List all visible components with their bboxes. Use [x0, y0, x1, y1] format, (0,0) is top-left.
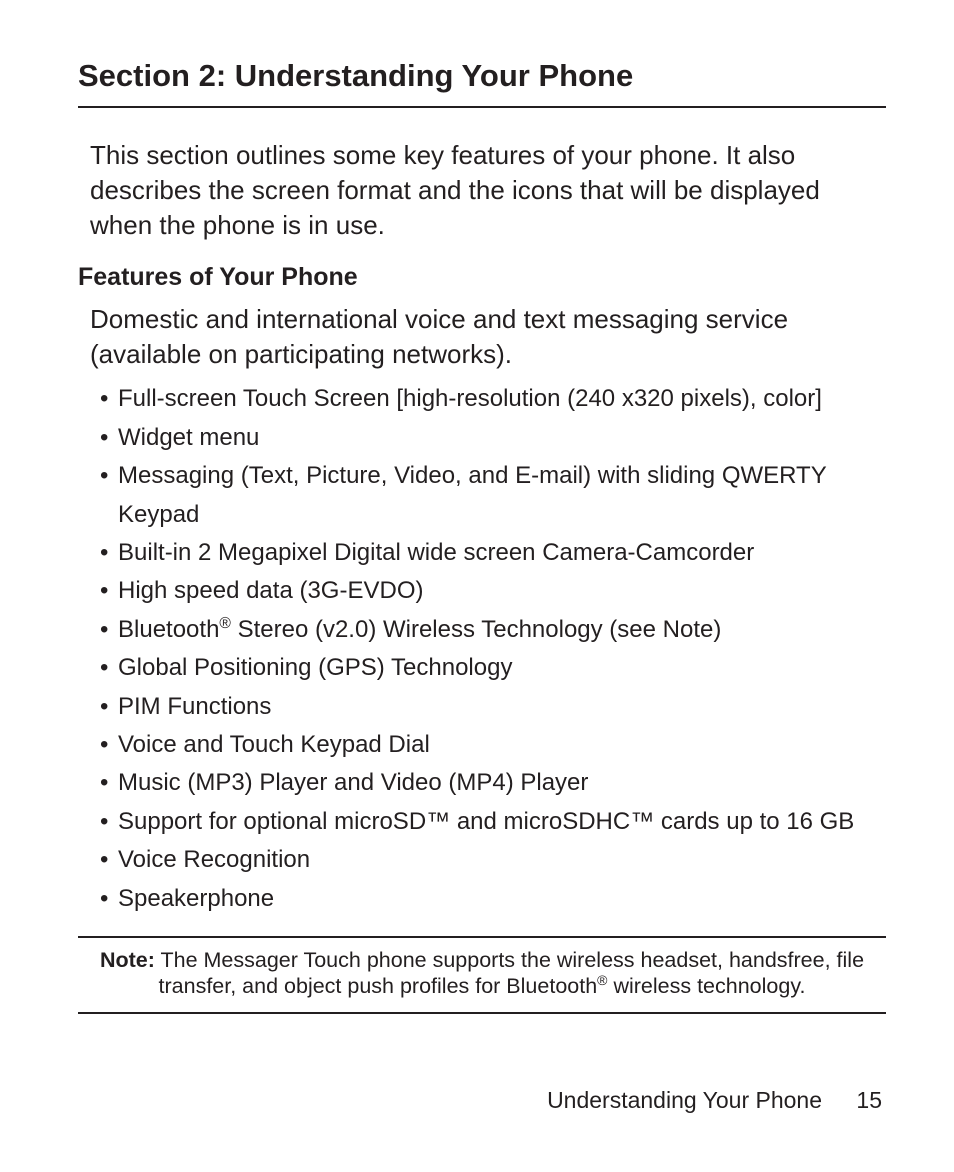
list-item: Support for optional microSD™ and microS… [100, 803, 886, 841]
intro-paragraph: This section outlines some key features … [90, 138, 886, 243]
list-item: Voice Recognition [100, 841, 886, 879]
list-item: Full-screen Touch Screen [high-resolutio… [100, 380, 886, 418]
footer-section-name: Understanding Your Phone [547, 1087, 822, 1113]
list-item: Speakerphone [100, 880, 886, 918]
list-item: Messaging (Text, Picture, Video, and E-m… [100, 457, 886, 534]
features-intro: Domestic and international voice and tex… [90, 302, 886, 372]
page-number: 15 [856, 1087, 882, 1113]
page-footer: Understanding Your Phone 15 [547, 1087, 882, 1114]
list-item: Bluetooth® Stereo (v2.0) Wireless Techno… [100, 611, 886, 649]
registered-icon: ® [219, 615, 231, 632]
features-list: Full-screen Touch Screen [high-resolutio… [100, 380, 886, 917]
note-top-divider [78, 936, 886, 938]
note-bottom-divider [78, 1012, 886, 1014]
list-item: High speed data (3G-EVDO) [100, 572, 886, 610]
document-page: Section 2: Understanding Your Phone This… [0, 0, 954, 1172]
title-divider [78, 106, 886, 108]
note-label: Note: [100, 948, 155, 972]
note-text: Note: The Messager Touch phone supports … [78, 944, 886, 1006]
list-item: Music (MP3) Player and Video (MP4) Playe… [100, 764, 886, 802]
registered-icon: ® [597, 972, 607, 988]
list-item: Global Positioning (GPS) Technology [100, 649, 886, 687]
list-item: Voice and Touch Keypad Dial [100, 726, 886, 764]
section-title: Section 2: Understanding Your Phone [78, 58, 886, 94]
features-heading: Features of Your Phone [78, 263, 886, 292]
list-item: PIM Functions [100, 688, 886, 726]
list-item: Built-in 2 Megapixel Digital wide screen… [100, 534, 886, 572]
list-item: Widget menu [100, 419, 886, 457]
note-body-after: wireless technology. [607, 974, 805, 998]
